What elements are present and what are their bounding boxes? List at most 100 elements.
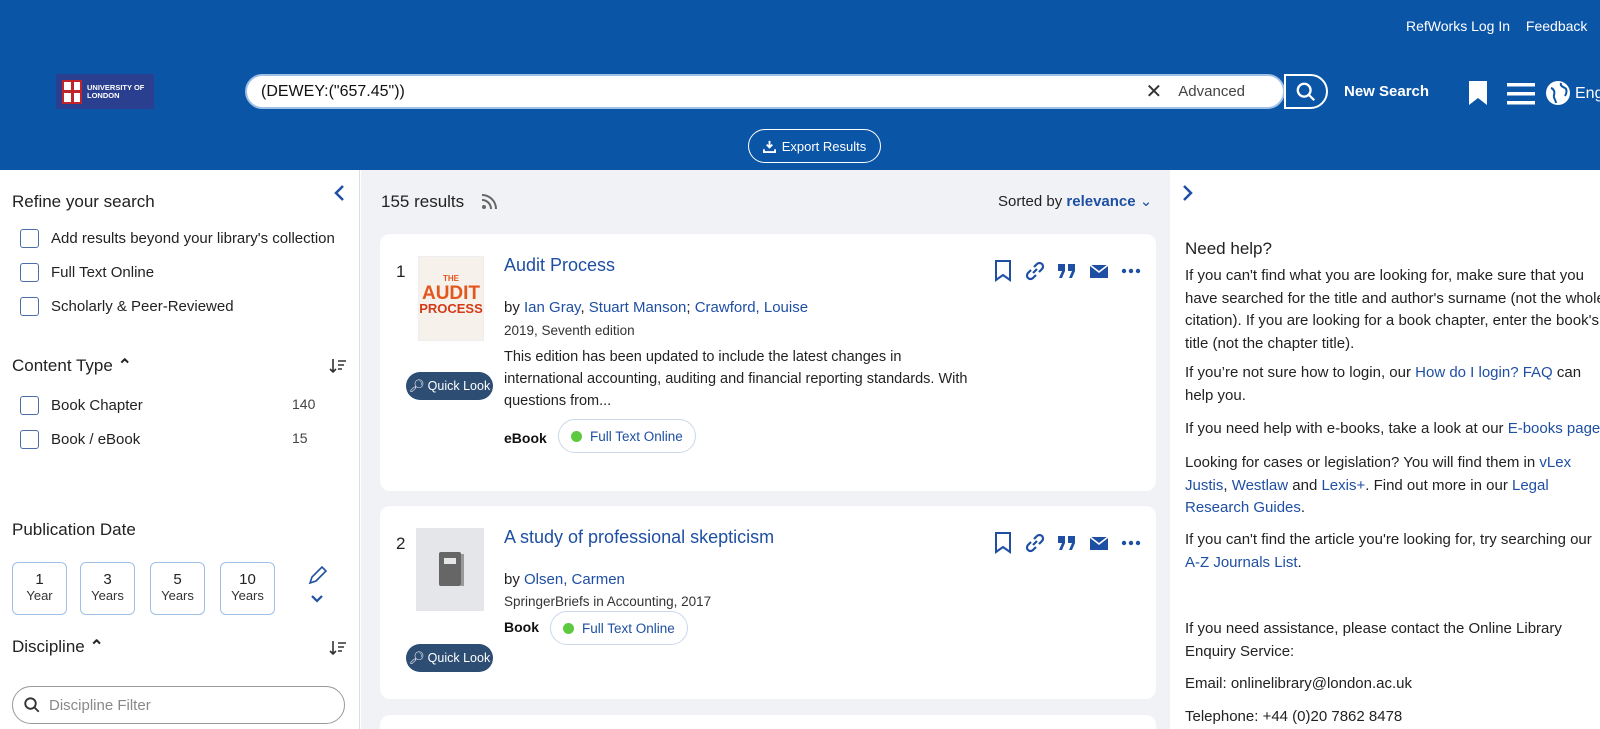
- bookmark-icon[interactable]: [994, 532, 1014, 554]
- chevron-down-icon: ⌄: [1139, 193, 1153, 210]
- chevron-up-icon: ⌃: [117, 356, 132, 375]
- year-button-3[interactable]: 3 Years: [80, 562, 135, 615]
- checkbox-label: Full Text Online: [51, 264, 155, 281]
- checkbox[interactable]: [20, 229, 39, 248]
- author-link[interactable]: Ian Gray: [524, 299, 580, 316]
- result-authors: by Olsen, Carmen: [504, 571, 625, 588]
- year-button-5[interactable]: 5 Years: [150, 562, 205, 615]
- result-actions: [994, 532, 1142, 554]
- checkbox[interactable]: [20, 430, 39, 449]
- availability-dot: [563, 622, 574, 634]
- university-logo[interactable]: UNIVERSITY OF LONDON: [56, 74, 154, 109]
- link-icon[interactable]: [1024, 532, 1046, 554]
- sort-icon[interactable]: [329, 358, 347, 374]
- results-area: 155 results Sorted by relevance ⌄ 1 THE …: [361, 170, 1170, 729]
- vlex-link[interactable]: vLex: [1539, 454, 1571, 471]
- result-title[interactable]: A study of professional skepticism: [504, 527, 774, 548]
- legal-guides-link[interactable]: Research Guides: [1185, 499, 1301, 516]
- book-cover[interactable]: [416, 528, 484, 611]
- book-placeholder-icon: [439, 551, 464, 586]
- sort-value: relevance: [1066, 193, 1136, 210]
- checkbox-peer-reviewed[interactable]: Scholarly & Peer-Reviewed: [20, 297, 340, 316]
- magnifier-icon: 🔎︎: [408, 378, 425, 393]
- checkbox-beyond-collection[interactable]: Add results beyond your library's collec…: [20, 229, 340, 248]
- author-link[interactable]: Crawford, Louise: [695, 299, 808, 316]
- menu-icon[interactable]: [1507, 83, 1535, 105]
- quick-look-button[interactable]: 🔎︎ Quick Look: [406, 372, 493, 400]
- sort-control[interactable]: Sorted by relevance ⌄: [998, 192, 1152, 210]
- advanced-search-link[interactable]: Advanced: [1178, 83, 1245, 100]
- search-input[interactable]: (DEWEY:("657.45")): [247, 83, 1146, 101]
- year-unit: Years: [231, 588, 264, 603]
- checkbox-full-text[interactable]: Full Text Online: [20, 263, 340, 282]
- login-faq-link[interactable]: How do I login? FAQ: [1415, 364, 1553, 381]
- result-number: 2: [396, 534, 406, 553]
- content-item-book-chapter[interactable]: Book Chapter 140: [20, 396, 340, 415]
- author-link[interactable]: Stuart Manson: [589, 299, 687, 316]
- download-icon: [762, 140, 776, 153]
- justis-link[interactable]: Justis: [1185, 477, 1223, 494]
- result-actions: [994, 260, 1142, 282]
- result-type: eBook: [504, 430, 547, 446]
- discipline-filter-input[interactable]: Discipline Filter: [12, 686, 345, 724]
- result-series: SpringerBriefs in Accounting, 2017: [504, 594, 712, 609]
- checkbox[interactable]: [20, 396, 39, 415]
- ebooks-page-link[interactable]: E-books page: [1508, 420, 1600, 437]
- language-label[interactable]: Eng: [1575, 85, 1600, 103]
- help-paragraph-6: If you need assistance, please contact t…: [1185, 620, 1562, 660]
- help-paragraph-5: If you can't find the article you're loo…: [1185, 531, 1592, 571]
- checkbox[interactable]: [20, 263, 39, 282]
- chevron-left-icon[interactable]: [333, 184, 345, 202]
- year-button-1[interactable]: 1 Year: [12, 562, 67, 615]
- quote-icon[interactable]: [1056, 260, 1078, 282]
- year-button-10[interactable]: 10 Years: [220, 562, 275, 615]
- legal-guides-link[interactable]: Legal: [1512, 477, 1549, 494]
- refine-title: Refine your search: [12, 192, 155, 211]
- author-link[interactable]: Olsen, Carmen: [524, 571, 625, 588]
- feedback-link[interactable]: Feedback: [1526, 18, 1587, 34]
- magnifier-icon: 🔎︎: [408, 650, 425, 665]
- checkbox-label: Add results beyond your library's collec…: [51, 230, 335, 247]
- globe-icon[interactable]: [1545, 80, 1571, 106]
- result-card-2: 2 🔎︎ Quick Look A study of professional s…: [380, 506, 1156, 699]
- quick-look-button[interactable]: 🔎︎ Quick Look: [406, 644, 493, 672]
- chevron-right-icon[interactable]: [1182, 184, 1194, 202]
- pencil-icon[interactable]: [307, 566, 327, 606]
- year-unit: Years: [91, 588, 124, 603]
- email-icon[interactable]: [1088, 260, 1110, 282]
- result-authors: by Ian Gray, Stuart Manson; Crawford, Lo…: [504, 299, 809, 316]
- westlaw-link[interactable]: Westlaw: [1232, 477, 1288, 494]
- result-title[interactable]: Audit Process: [504, 255, 615, 276]
- journals-list-link[interactable]: A-Z Journals List: [1185, 554, 1298, 571]
- book-cover[interactable]: THE AUDIT PROCESS: [418, 256, 484, 341]
- lexis-link[interactable]: Lexis+: [1321, 477, 1365, 494]
- more-icon[interactable]: [1120, 532, 1142, 554]
- quote-icon[interactable]: [1056, 532, 1078, 554]
- sort-icon[interactable]: [329, 640, 347, 656]
- result-card-1: 1 THE AUDIT PROCESS 🔎︎ Quick Look Audit P…: [380, 234, 1156, 491]
- rss-icon[interactable]: [481, 193, 498, 210]
- full-text-online-link[interactable]: Full Text Online: [550, 611, 688, 645]
- bookmark-icon[interactable]: [994, 260, 1014, 282]
- bookmark-icon[interactable]: [1468, 80, 1488, 106]
- checkbox[interactable]: [20, 297, 39, 316]
- content-item-book-ebook[interactable]: Book / eBook 15: [20, 430, 340, 449]
- new-search-link[interactable]: New Search: [1344, 83, 1429, 100]
- search-button[interactable]: [1284, 74, 1328, 109]
- refworks-link[interactable]: RefWorks Log In: [1406, 18, 1510, 34]
- export-results-button[interactable]: Export Results: [748, 129, 881, 163]
- help-paragraph-2: If you’re not sure how to login, our How…: [1185, 364, 1582, 404]
- result-description: This edition has been updated to include…: [504, 349, 968, 409]
- full-text-online-link[interactable]: Full Text Online: [558, 419, 696, 453]
- link-icon[interactable]: [1024, 260, 1046, 282]
- year-unit: Year: [26, 588, 53, 603]
- publication-date-heading: Publication Date: [12, 520, 136, 539]
- close-icon[interactable]: ✕: [1146, 79, 1163, 104]
- crest-icon: [62, 79, 82, 104]
- more-icon[interactable]: [1120, 260, 1142, 282]
- discipline-heading[interactable]: Discipline ⌃: [12, 637, 104, 657]
- year-number: 3: [103, 571, 112, 588]
- email-icon[interactable]: [1088, 532, 1110, 554]
- content-type-heading[interactable]: Content Type ⌃: [12, 356, 132, 376]
- refine-panel: Refine your search Add results beyond yo…: [0, 170, 360, 729]
